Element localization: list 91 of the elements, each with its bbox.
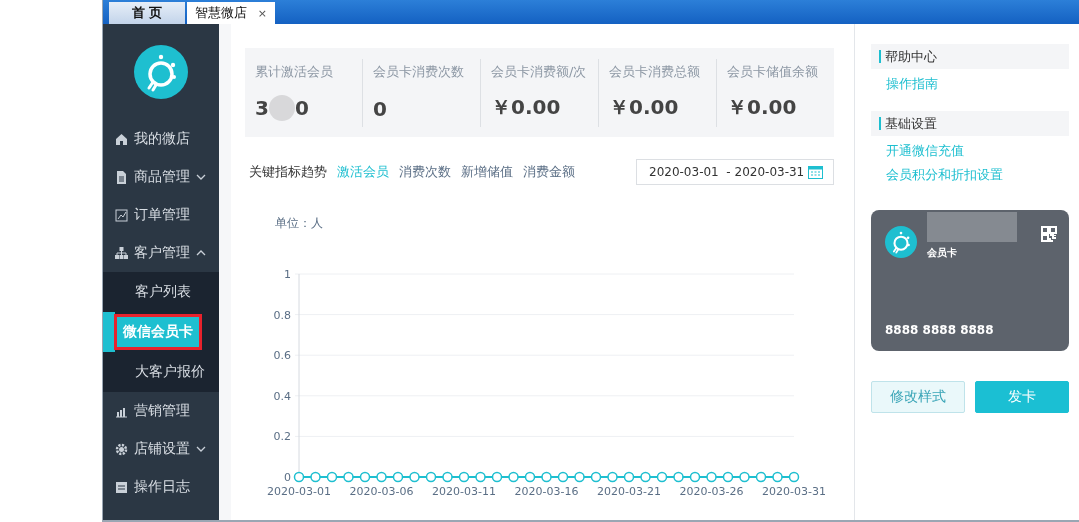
axis-tick-label: 2020-03-26 [679,485,744,498]
data-point [508,471,519,483]
stat-label: 会员卡消费额/次 [491,62,588,81]
sidebar-item[interactable]: 我的微店 [103,120,219,158]
axis-tick-label: 1 [284,268,291,281]
data-point [656,471,668,483]
metric-tab[interactable]: 新增储值 [461,163,513,181]
page-tab[interactable]: 首 页 [109,2,185,24]
data-point [607,471,618,483]
calendar-icon [808,165,823,179]
submenu-item[interactable]: 大客户报价 [135,363,205,381]
data-point [392,471,404,483]
data-point [788,471,800,483]
page-tab[interactable]: 智慧微店 × [187,2,275,24]
lightbulb-logo-icon [885,226,917,258]
data-point [590,471,602,483]
data-point [326,471,338,483]
stat-label: 会员卡消费次数 [373,62,465,81]
chevron-down-icon [196,174,206,180]
data-point [706,471,717,483]
stat-value: 0 [294,95,309,120]
data-point [673,471,684,483]
date-range-field[interactable]: 2020-03-01 - 2020-03-31 [636,159,834,185]
axis-tick-label: 0 [284,471,291,484]
data-point [343,471,354,483]
data-point [623,471,635,483]
data-point [359,471,371,483]
stat-value: ￥0.00 [491,93,561,121]
axis-tick-label: 2020-03-11 [432,485,496,498]
stat-label: 累计激活会员 [255,62,334,81]
stat-value: ￥0.00 [609,93,679,121]
data-point [293,471,305,483]
stat-label: 会员卡储值余额 [727,62,819,81]
settings-icon [115,442,128,456]
data-point [310,471,321,483]
data-point [458,471,470,483]
axis-tick-label: 2020-03-06 [349,485,414,498]
lightbulb-logo-icon [134,45,188,99]
axis-tick-label: 2020-03-01 [267,485,331,498]
card-subtitle: 会员卡 [927,246,958,260]
stat-value: 3 [255,95,269,120]
data-point [640,471,651,483]
data-point [442,471,453,483]
close-icon[interactable]: × [257,6,267,20]
unit-label: 单位：人 [275,215,323,232]
sidebar-item[interactable]: 商品管理 [103,158,219,196]
data-point [689,471,701,483]
axis-tick-label: 0.8 [273,308,291,322]
data-point [376,471,387,483]
org-chart-icon [115,246,128,260]
card-number: 8888 8888 8888 [885,323,995,337]
sidebar-item[interactable]: 操作日志 [103,468,219,506]
sidebar-item[interactable]: 订单管理 [103,196,219,234]
log-icon [115,480,128,494]
chevron-up-icon [196,250,206,256]
stat-label: 会员卡消费总额 [609,62,701,81]
sidebar-item[interactable]: 店铺设置 [103,430,219,468]
data-point [541,471,552,483]
qr-code-icon [1041,226,1057,242]
axis-tick-label: 0.2 [273,430,291,444]
data-point [557,471,569,483]
stat-value: 0 [373,96,387,121]
chart-icon [115,208,128,222]
axis-tick-label: 2020-03-16 [514,485,579,498]
data-point [491,471,503,483]
data-point [755,471,767,483]
data-point [475,471,486,483]
section-title: 基础设置 [879,117,937,130]
axis-tick-label: 0.4 [273,389,291,403]
axis-tick-label: 2020-03-21 [597,485,661,498]
chevron-down-icon [196,446,206,452]
data-point [574,471,585,483]
document-icon [115,170,128,184]
axis-tick-label: 0.6 [273,349,291,363]
data-point [524,471,536,483]
metric-tab[interactable]: 消费金额 [523,163,575,181]
stat-value: ￥0.00 [727,93,797,121]
data-point [425,471,437,483]
sidebar-item[interactable]: 客户管理 [103,234,219,272]
data-point [722,471,734,483]
section-title: 帮助中心 [879,50,937,63]
axis-tick-label: 2020-03-31 [762,485,826,498]
data-point [739,471,750,483]
metric-tab[interactable]: 消费次数 [399,163,451,181]
home-icon [115,132,128,146]
submenu-item[interactable]: 客户列表 [135,283,191,301]
blurred-area [268,94,295,121]
sidebar-item[interactable]: 营销管理 [103,392,219,430]
section-title: 关键指标趋势 [249,163,327,181]
data-point [772,471,783,483]
data-point [409,471,420,483]
